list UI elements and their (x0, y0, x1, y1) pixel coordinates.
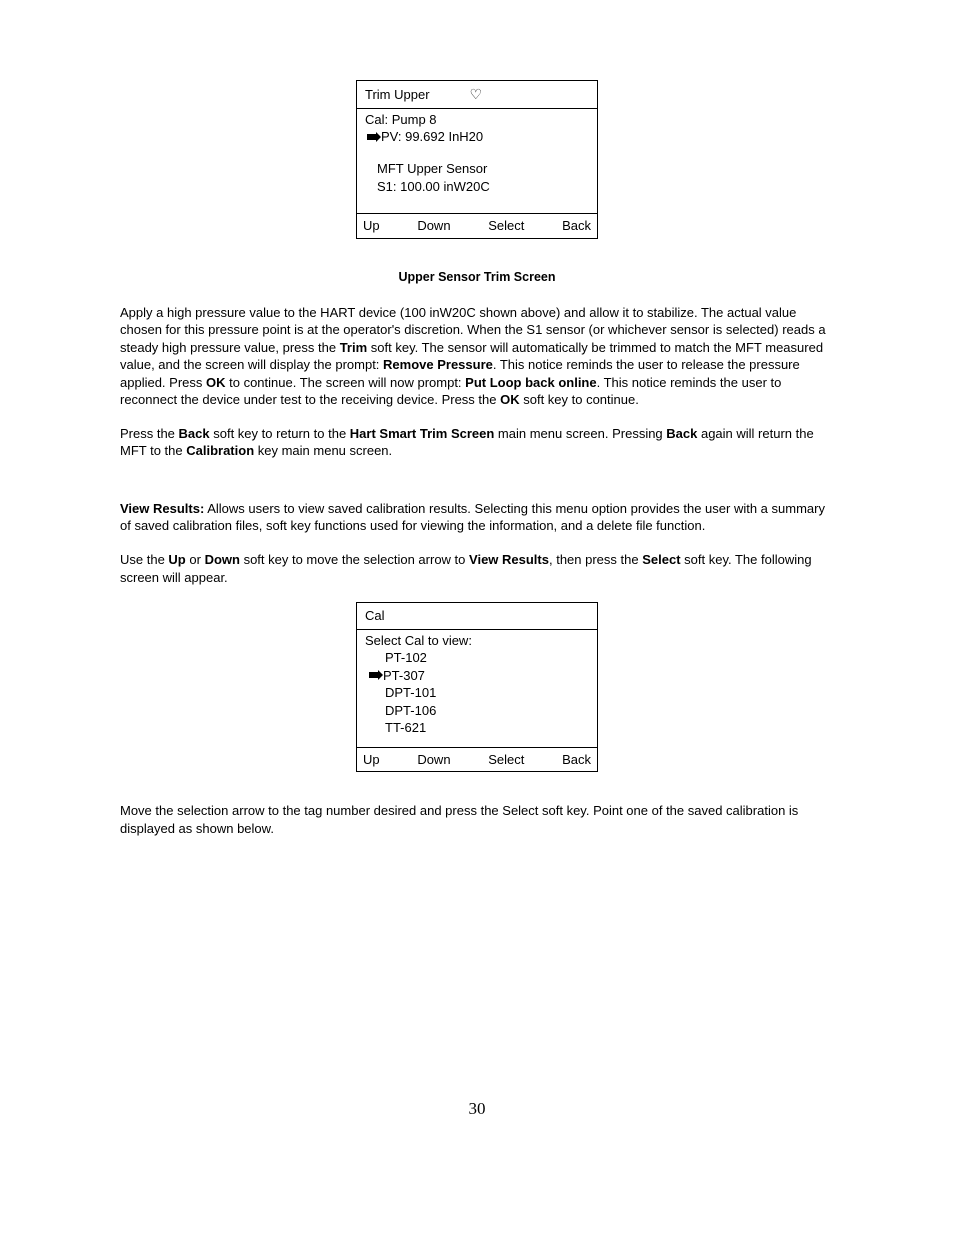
s1-line: S1: 100.00 inW20C (365, 178, 589, 196)
select-prompt: Select Cal to view: (365, 632, 589, 650)
screen1-caption: Upper Sensor Trim Screen (120, 269, 834, 286)
softkey-down[interactable]: Down (417, 751, 450, 769)
pv-value: PV: 99.692 InH20 (381, 128, 483, 146)
cal-list-item[interactable]: DPT-101 (365, 684, 589, 702)
softkey-back[interactable]: Back (562, 751, 591, 769)
softkey-row: Up Down Select Back (357, 213, 597, 238)
page-number: 30 (120, 1098, 834, 1121)
softkey-down[interactable]: Down (417, 217, 450, 235)
mft-line: MFT Upper Sensor (365, 160, 589, 178)
softkey-up[interactable]: Up (363, 751, 380, 769)
screen-body: Cal: Pump 8 PV: 99.692 InH20 MFT Upper S… (357, 109, 597, 213)
softkey-row: Up Down Select Back (357, 747, 597, 772)
cal-list-item[interactable]: PT-102 (365, 649, 589, 667)
cal-select-screen: Cal Select Cal to view: PT-102PT-307DPT-… (356, 602, 598, 772)
screen-header: Cal (357, 603, 597, 630)
screen-title: Cal (365, 607, 385, 625)
softkey-back[interactable]: Back (562, 217, 591, 235)
paragraph-1: Apply a high pressure value to the HART … (120, 304, 834, 409)
softkey-select[interactable]: Select (488, 217, 524, 235)
cal-list-item[interactable]: DPT-106 (365, 702, 589, 720)
trim-upper-screen: Trim Upper ♡ Cal: Pump 8 PV: 99.692 InH2… (356, 80, 598, 239)
arrow-right-icon (369, 672, 379, 678)
screen-header: Trim Upper ♡ (357, 81, 597, 109)
screen-body: Select Cal to view: PT-102PT-307DPT-101D… (357, 630, 597, 747)
heart-icon: ♡ (470, 85, 483, 104)
softkey-up[interactable]: Up (363, 217, 380, 235)
cal-line: Cal: Pump 8 (365, 111, 589, 129)
paragraph-4: Use the Up or Down soft key to move the … (120, 551, 834, 586)
paragraph-2: Press the Back soft key to return to the… (120, 425, 834, 460)
softkey-select[interactable]: Select (488, 751, 524, 769)
arrow-right-icon (367, 134, 377, 140)
paragraph-5: Move the selection arrow to the tag numb… (120, 802, 834, 837)
cal-list-item[interactable]: TT-621 (365, 719, 589, 737)
paragraph-3: View Results: Allows users to view saved… (120, 500, 834, 535)
screen-title: Trim Upper (365, 86, 430, 104)
pv-line: PV: 99.692 InH20 (365, 128, 589, 146)
cal-list-item[interactable]: PT-307 (365, 667, 589, 685)
